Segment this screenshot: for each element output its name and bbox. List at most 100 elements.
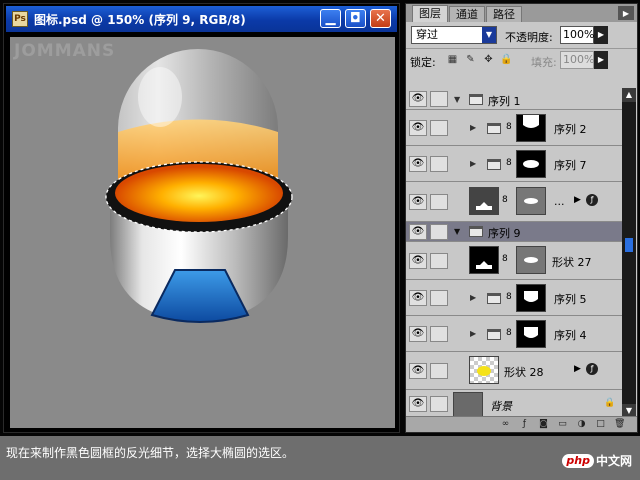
- layer-mask-thumbnail[interactable]: [516, 284, 546, 312]
- effects-icon[interactable]: ƒ: [586, 194, 598, 206]
- tab-layers[interactable]: 图层: [412, 5, 448, 22]
- link-toggle[interactable]: [430, 363, 448, 379]
- new-group-icon[interactable]: ▭: [557, 419, 568, 430]
- layers-scrollbar[interactable]: ▲ ▼: [622, 88, 636, 418]
- eye-icon[interactable]: 👁: [409, 396, 427, 412]
- mask-link-icon: 8: [506, 292, 512, 302]
- adjustment-layer-icon[interactable]: ◑: [576, 419, 587, 430]
- layer-row[interactable]: 👁 背景 🔒: [406, 390, 622, 418]
- fill-input[interactable]: 100%: [560, 51, 594, 69]
- capsule-icon-artwork: [105, 49, 293, 323]
- background-thumbnail[interactable]: [453, 392, 483, 418]
- restore-button[interactable]: ◘: [345, 9, 366, 28]
- collapse-triangle-icon[interactable]: ▶: [470, 293, 476, 302]
- link-toggle[interactable]: [430, 290, 448, 306]
- jommans-watermark: JOMMANS: [14, 41, 116, 61]
- link-toggle[interactable]: [430, 396, 448, 412]
- link-layers-icon[interactable]: ∞: [500, 419, 511, 430]
- layer-row[interactable]: 👁 ▶ 8 序列 4: [406, 316, 622, 352]
- eye-icon[interactable]: 👁: [409, 290, 427, 306]
- eye-icon[interactable]: 👁: [409, 194, 427, 210]
- collapse-triangle-icon[interactable]: ▶: [470, 159, 476, 168]
- layer-name: 序列 9: [488, 227, 521, 240]
- fill-label: 填充:: [531, 56, 557, 69]
- effects-icon[interactable]: ƒ: [586, 363, 598, 375]
- layer-row[interactable]: 👁 ▶ 8 序列 7: [406, 146, 622, 182]
- layer-mask-thumbnail[interactable]: [516, 114, 546, 142]
- document-titlebar[interactable]: Ps 图标.psd @ 150% (序列 9, RGB/8) ▁ ◘ ✕: [6, 6, 397, 32]
- collapse-triangle-icon[interactable]: ▶: [574, 364, 581, 374]
- levels-shape: [476, 202, 492, 210]
- site-name: 中文网: [595, 454, 632, 468]
- lock-pixels-icon[interactable]: ✎: [464, 53, 477, 66]
- chevron-down-icon: ▼: [482, 27, 496, 43]
- layer-mask-thumbnail[interactable]: [516, 187, 546, 215]
- collapse-triangle-icon[interactable]: ▶: [470, 329, 476, 338]
- shape-thumbnail[interactable]: [469, 246, 499, 274]
- layer-row[interactable]: 👁 形状 28 ▶ ƒ: [406, 352, 622, 390]
- opacity-slider-icon[interactable]: ▶: [594, 26, 608, 44]
- mask-shape: [524, 291, 538, 302]
- collapse-triangle-icon[interactable]: ▶: [470, 123, 476, 132]
- opacity-input[interactable]: 100%: [560, 26, 594, 44]
- lock-all-icon[interactable]: 🔒: [500, 53, 513, 66]
- layer-row[interactable]: 👁 ▼ 序列 1: [406, 88, 622, 110]
- expand-triangle-icon[interactable]: ▼: [454, 95, 460, 104]
- layer-mask-thumbnail[interactable]: [516, 320, 546, 348]
- collapse-triangle-icon[interactable]: ▶: [574, 195, 581, 205]
- eye-icon[interactable]: 👁: [409, 91, 427, 107]
- layer-name: 序列 2: [554, 123, 587, 136]
- close-button[interactable]: ✕: [370, 9, 391, 28]
- lock-position-icon[interactable]: ✥: [482, 53, 495, 66]
- tab-channels[interactable]: 通道: [449, 6, 485, 22]
- eye-icon[interactable]: 👁: [409, 363, 427, 379]
- eye-icon[interactable]: 👁: [409, 120, 427, 136]
- layer-row[interactable]: 👁 ▶ 8 序列 5: [406, 280, 622, 316]
- layer-row[interactable]: 👁 8 形状 27: [406, 242, 622, 280]
- layer-mask-thumbnail[interactable]: [516, 150, 546, 178]
- scroll-up-icon[interactable]: ▲: [622, 88, 636, 102]
- layer-list: 👁 ▼ 序列 1 👁 ▶ 8 序列 2 👁 ▶ 8 序列 7 👁 8 ... ▶…: [406, 88, 622, 418]
- link-toggle[interactable]: [430, 156, 448, 172]
- eye-icon[interactable]: 👁: [409, 224, 427, 240]
- folder-icon: [487, 293, 501, 304]
- layer-row[interactable]: 👁 8 ... ▶ ƒ: [406, 182, 622, 222]
- eye-icon[interactable]: 👁: [409, 156, 427, 172]
- black-ring: [105, 161, 293, 233]
- link-toggle[interactable]: [430, 224, 448, 240]
- folder-icon: [487, 159, 501, 170]
- expand-triangle-icon[interactable]: ▼: [454, 227, 460, 236]
- adjustment-thumbnail[interactable]: [469, 187, 499, 215]
- link-toggle[interactable]: [430, 326, 448, 342]
- shape-thumbnail[interactable]: [469, 356, 499, 384]
- panel-menu-icon[interactable]: ▶: [618, 6, 634, 20]
- lock-transparency-icon[interactable]: ▦: [446, 53, 459, 66]
- link-toggle[interactable]: [430, 194, 448, 210]
- fill-slider-icon[interactable]: ▶: [594, 51, 608, 69]
- add-mask-icon[interactable]: ◙: [538, 419, 549, 430]
- canvas[interactable]: JOMMANS: [10, 37, 395, 428]
- layer-row[interactable]: 👁 ▶ 8 序列 2: [406, 110, 622, 146]
- link-toggle[interactable]: [430, 91, 448, 107]
- link-toggle[interactable]: [430, 120, 448, 136]
- folder-icon: [469, 94, 483, 105]
- mask-shape: [524, 257, 538, 263]
- blend-mode-select[interactable]: 穿过 ▼: [411, 26, 497, 44]
- layers-panel: 图层 通道 路径 ▶ 穿过 ▼ 不透明度: 100% ▶ 锁定: ▦ ✎ ✥ 🔒…: [405, 3, 638, 433]
- folder-icon: [487, 329, 501, 340]
- layer-name: 序列 4: [554, 329, 587, 342]
- layer-row-selected[interactable]: 👁 ▼ 序列 9: [406, 222, 622, 242]
- vector-mask-thumbnail[interactable]: [516, 246, 546, 274]
- mask-shape: [524, 327, 538, 338]
- tutorial-caption: 现在来制作黑色圆框的反光细节，选择大椭圆的选区。: [6, 446, 295, 460]
- scroll-thumb[interactable]: [625, 238, 633, 252]
- layer-style-icon[interactable]: ƒ: [519, 419, 530, 430]
- eye-icon[interactable]: 👁: [409, 253, 427, 269]
- minimize-button[interactable]: ▁: [320, 9, 341, 28]
- link-toggle[interactable]: [430, 253, 448, 269]
- trash-icon[interactable]: 🗑: [614, 419, 625, 430]
- mask-shape: [523, 160, 539, 168]
- eye-icon[interactable]: 👁: [409, 326, 427, 342]
- new-layer-icon[interactable]: □: [595, 419, 606, 430]
- tab-paths[interactable]: 路径: [486, 6, 522, 22]
